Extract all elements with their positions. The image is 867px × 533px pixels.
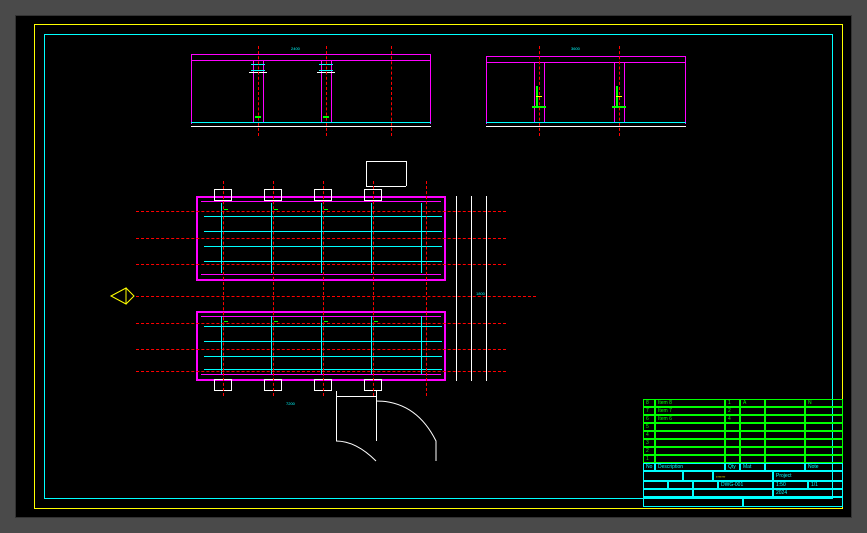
dim-label: 1800: [476, 291, 485, 296]
plan-view: 7200 1800: [136, 161, 536, 441]
dim-label: 7200: [286, 401, 295, 406]
drawing-canvas[interactable]: 2400 3600: [15, 15, 852, 518]
road-curve: [336, 391, 456, 471]
section-a: 2400: [191, 46, 431, 141]
section-b: 3600: [486, 46, 686, 141]
title-block: 8 Item 8 1 A N 7 Item 7 2 6 Item 6 4 5 4: [643, 399, 843, 509]
dim-label: 2400: [291, 46, 300, 51]
section-marker: [106, 286, 136, 306]
cad-viewport: 2400 3600: [0, 0, 867, 533]
dim-label: 3600: [571, 46, 580, 51]
